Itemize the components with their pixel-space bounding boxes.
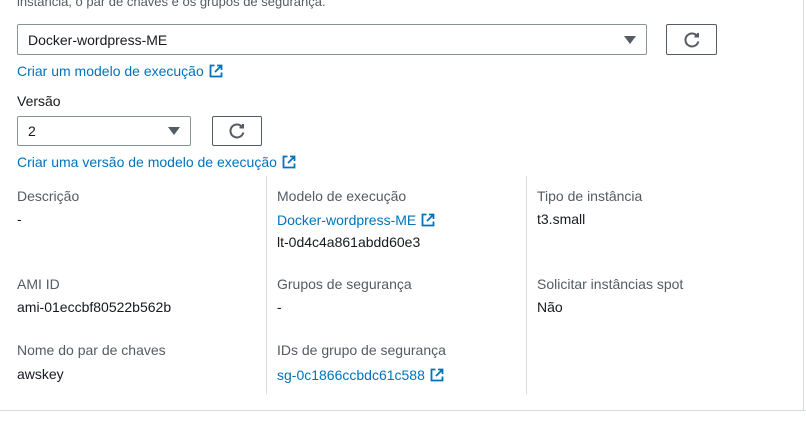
launch-template-detail-link[interactable]: Docker-wordpress-ME [277,211,435,229]
description-value: - [17,211,22,227]
security-group-ids-label: IDs de grupo de segurança [277,342,446,358]
security-groups-label: Grupos de segurança [277,276,412,292]
container-right-border [803,0,804,410]
launch-template-label: Modelo de execução [277,188,407,204]
launch-template-id: lt-0d4c4a861abdd60e3 [277,234,421,250]
refresh-templates-button[interactable] [666,24,717,55]
version-select[interactable]: 2 [17,116,191,146]
intro-text: instância, o par de chaves e os grupos d… [17,0,326,9]
security-groups-value: - [277,299,282,315]
create-template-version-link-label: Criar uma versão de modelo de execução [17,154,277,170]
create-template-version-link[interactable]: Criar uma versão de modelo de execução [17,153,296,171]
launch-template-select[interactable]: Docker-wordpress-ME [17,24,647,55]
refresh-versions-button[interactable] [212,116,262,146]
create-launch-template-link[interactable]: Criar um modelo de execução [17,62,223,80]
external-link-icon [421,213,435,227]
launch-template-select-value: Docker-wordpress-ME [28,31,168,48]
spot-instances-value: Não [537,299,563,315]
caret-down-icon [624,35,636,44]
description-label: Descrição [17,188,80,204]
external-link-icon [430,368,444,382]
version-select-value: 2 [28,123,36,139]
refresh-icon [684,31,699,47]
ami-id-label: AMI ID [17,276,60,292]
instance-type-value: t3.small [537,211,586,227]
key-pair-label: Nome do par de chaves [17,342,166,358]
create-launch-template-link-label: Criar um modelo de execução [17,63,204,79]
external-link-icon [209,64,223,78]
ami-id-value: ami-01eccbf80522b562b [17,299,172,315]
instance-type-label: Tipo de instância [537,188,643,204]
caret-down-icon [168,127,180,135]
spot-instances-label: Solicitar instâncias spot [537,276,684,292]
container-bottom-border [0,410,806,411]
key-pair-value: awskey [17,366,64,382]
column-divider [526,176,527,394]
security-group-id-link[interactable]: sg-0c1866ccbdc61c588 [277,366,444,384]
refresh-icon [229,123,245,139]
launch-template-detail-link-label: Docker-wordpress-ME [277,212,417,228]
version-label: Versão [17,93,61,109]
security-group-id-link-label: sg-0c1866ccbdc61c588 [277,367,425,383]
external-link-icon [282,155,296,169]
column-divider [266,176,267,394]
